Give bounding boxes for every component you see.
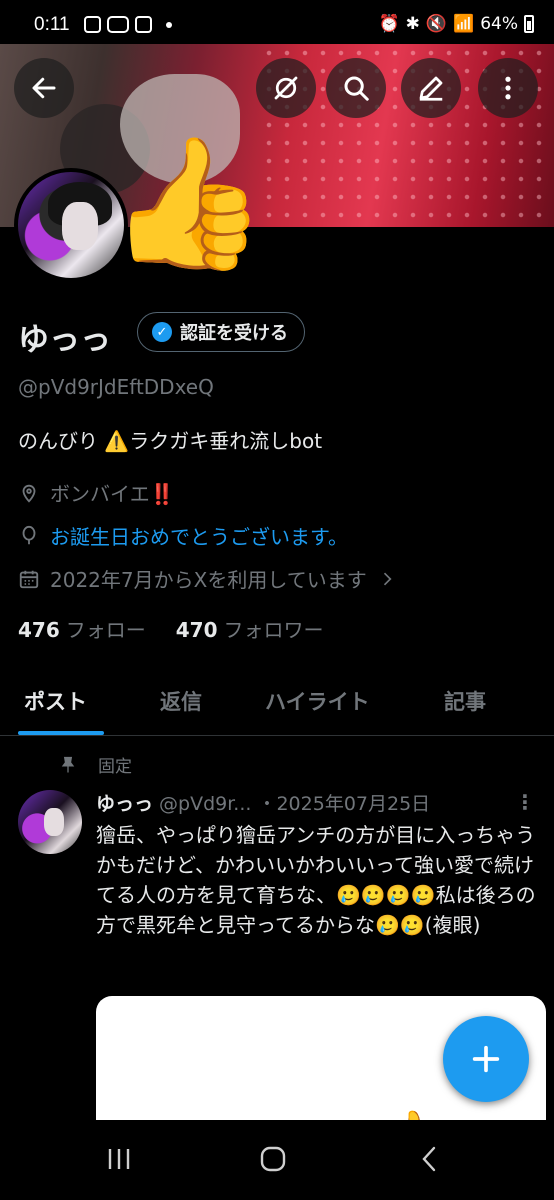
post-more-icon[interactable]: ⋮ <box>515 790 535 814</box>
edit-icon <box>419 76 443 101</box>
youtube-icon <box>107 16 129 33</box>
post-author-handle: @pVd9r... <box>159 793 252 815</box>
pin-icon <box>61 756 75 772</box>
following-count: 476 <box>18 618 60 642</box>
grok-button[interactable] <box>256 58 316 118</box>
tab-highlights[interactable]: ハイライト <box>265 686 370 716</box>
profile-handle: @pVd9rJdEftDDxeQ <box>18 375 214 399</box>
get-verified-label: 認証を受ける <box>180 323 288 344</box>
system-nav-bar <box>0 1120 554 1200</box>
alarm-icon: ⏰ <box>378 14 400 34</box>
post-author-avatar[interactable] <box>18 790 82 854</box>
more-button[interactable] <box>478 58 538 118</box>
home-icon[interactable] <box>258 1144 290 1174</box>
following-link[interactable]: 476 フォロー <box>18 614 146 643</box>
post-author-name[interactable]: ゆっっ <box>96 793 153 815</box>
tab-articles[interactable]: 記事 <box>444 686 486 716</box>
post-body: 獪岳、やっぱり獪岳アンチの方が目に入っちゃうかもだけど、かわいいかわいいって強い… <box>96 823 536 937</box>
instagram-icon <box>84 16 101 33</box>
thumbs-up-sticker: 👍 <box>108 129 268 278</box>
battery-icon <box>524 15 534 33</box>
search-button[interactable] <box>326 58 386 118</box>
follow-stats: 476 フォロー 470 フォロワー <box>18 614 324 643</box>
joined-row[interactable]: 2022年7月からXを利用しています <box>18 564 397 593</box>
birthday-text[interactable]: お誕生日おめでとうございます。 <box>50 521 348 550</box>
back-button[interactable] <box>14 58 74 118</box>
pinned-label-row: 固定 <box>58 752 132 777</box>
profile-name: ゆっっ <box>18 322 111 358</box>
notification-dot-icon <box>166 21 172 28</box>
bluetooth-icon: ✱ <box>405 14 420 34</box>
wifi-icon: 📶 <box>453 14 475 34</box>
more-vertical-icon <box>505 76 511 100</box>
balloon-icon <box>22 525 36 544</box>
checkbox-icon <box>135 16 152 33</box>
grok-icon <box>274 76 298 100</box>
chevron-right-icon <box>383 572 392 585</box>
back-nav-icon[interactable] <box>418 1144 442 1174</box>
search-icon <box>344 76 369 101</box>
back-arrow-icon <box>32 77 56 99</box>
status-bar: 0:11 ⏰ ✱ 🔇 📶 64% <box>0 0 554 44</box>
profile-tabs: ポスト 返信 ハイライト 記事 <box>0 670 554 736</box>
post-date: ・2025年07月25日 <box>257 793 431 815</box>
followers-label: フォロワー <box>223 618 324 642</box>
edit-button[interactable] <box>401 58 461 118</box>
birthday-row[interactable]: お誕生日おめでとうございます。 <box>18 521 348 550</box>
status-time: 0:11 <box>34 14 70 35</box>
calendar-icon <box>19 570 39 588</box>
location-row: ボンバイエ‼️ <box>18 478 175 507</box>
followers-count: 470 <box>175 618 218 642</box>
active-tab-indicator <box>18 731 104 735</box>
compose-post-button[interactable] <box>443 1016 529 1102</box>
location-text: ボンバイエ‼️ <box>50 482 175 506</box>
location-pin-icon <box>22 484 36 503</box>
joined-text: 2022年7月からXを利用しています <box>50 568 367 592</box>
tab-replies[interactable]: 返信 <box>160 686 202 716</box>
plus-icon <box>472 1045 500 1073</box>
tab-posts[interactable]: ポスト <box>24 686 87 716</box>
battery-percent: 64% <box>480 14 518 34</box>
recent-apps-icon[interactable] <box>104 1144 134 1174</box>
verified-badge-icon: ✓ <box>152 322 172 342</box>
mute-icon: 🔇 <box>425 14 448 34</box>
pinned-text: 固定 <box>98 757 132 777</box>
post-header: ゆっっ @pVd9r... ・2025年07月25日 <box>96 789 430 816</box>
following-label: フォロー <box>65 618 146 642</box>
profile-bio: のんびり ⚠️ラクガキ垂れ流しbot <box>18 429 323 453</box>
followers-link[interactable]: 470 フォロワー <box>176 614 324 643</box>
get-verified-button[interactable]: ✓ 認証を受ける <box>137 312 305 352</box>
